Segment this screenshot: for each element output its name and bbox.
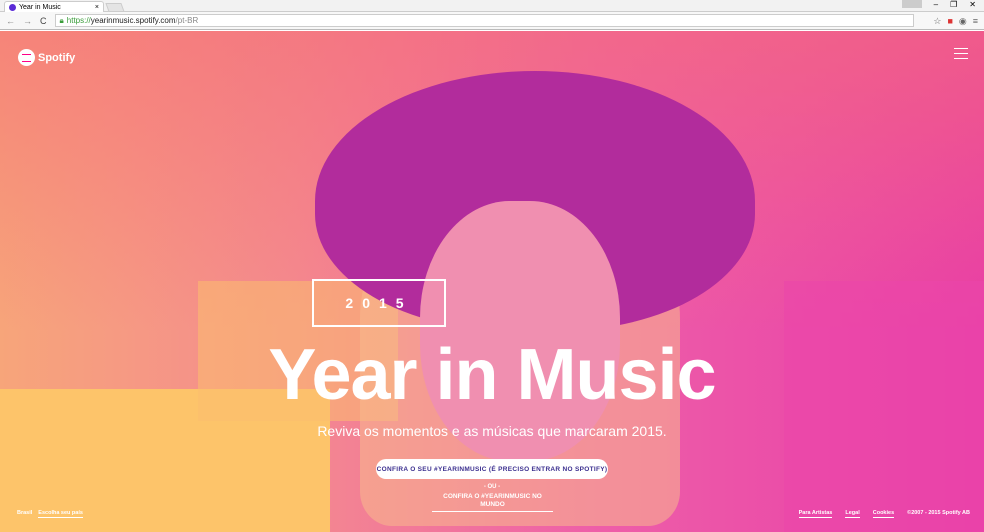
copyright: ©2007 - 2015 Spotify AB xyxy=(907,510,970,516)
extension-icon-2[interactable]: ◉ xyxy=(959,15,967,27)
subtitle: Reviva os momentos e as músicas que marc… xyxy=(317,423,667,439)
page-title: Year in Music xyxy=(268,335,716,415)
or-separator: - OU - xyxy=(483,484,501,490)
year-badge: 2015 xyxy=(312,279,446,327)
url-input[interactable]: 🔒︎ https://yearinmusic.spotify.com/pt-BR xyxy=(54,14,914,27)
menu-icon[interactable]: ≡ xyxy=(973,15,978,27)
user-profile-button[interactable] xyxy=(901,0,922,8)
footer-link-artists[interactable]: Para Artistas xyxy=(798,509,833,518)
tab-bar: Year in Music × – ❐ ✕ xyxy=(0,0,984,12)
minimize-button[interactable]: – xyxy=(934,0,938,10)
hamburger-menu-icon[interactable] xyxy=(954,48,968,59)
close-tab-icon[interactable]: × xyxy=(95,4,99,11)
page: Spotify 2015 Year in Music Reviva os mom… xyxy=(0,31,984,532)
spotify-favicon-icon xyxy=(9,3,16,11)
world-link[interactable]: CONFIRA O #YEARINMUSIC NO MUNDO xyxy=(432,493,553,512)
close-window-button[interactable]: ✕ xyxy=(969,0,976,10)
url-path: /pt-BR xyxy=(175,16,199,25)
back-icon[interactable]: ← xyxy=(6,16,15,26)
url-scheme: https:// xyxy=(66,16,91,25)
address-bar-row: ← → C 🔒︎ https://yearinmusic.spotify.com… xyxy=(0,12,984,30)
browser-tools: ☆ ■ ◉ ≡ xyxy=(933,15,978,27)
star-icon[interactable]: ☆ xyxy=(933,15,941,27)
choose-country-link[interactable]: Escolha seu país xyxy=(38,509,83,518)
photo-face xyxy=(420,201,620,461)
footer-right: Para Artistas Legal Cookies ©2007 - 2015… xyxy=(798,509,970,518)
restore-button[interactable]: ❐ xyxy=(950,0,957,10)
url-host: yearinmusic.spotify.com xyxy=(90,16,176,25)
footer-link-cookies[interactable]: Cookies xyxy=(872,509,895,518)
reload-icon[interactable]: C xyxy=(40,16,47,26)
login-cta-button[interactable]: CONFIRA O SEU #YEARINMUSIC (É PRECISO EN… xyxy=(376,459,608,479)
lock-icon: 🔒︎ xyxy=(59,15,64,25)
logo-text: Spotify xyxy=(38,51,76,64)
window-controls: – ❐ ✕ xyxy=(901,0,984,10)
new-tab-button[interactable] xyxy=(105,3,125,12)
browser-tab[interactable]: Year in Music × xyxy=(4,1,104,12)
spotify-logo[interactable]: Spotify xyxy=(18,49,75,66)
forward-icon[interactable]: → xyxy=(23,16,32,26)
country-label: Brasil xyxy=(17,510,33,516)
spotify-icon xyxy=(18,49,35,66)
footer-left: Brasil Escolha seu país xyxy=(17,509,83,518)
footer-link-legal[interactable]: Legal xyxy=(845,509,860,518)
extension-icon[interactable]: ■ xyxy=(947,15,952,27)
tab-title: Year in Music xyxy=(19,3,61,11)
